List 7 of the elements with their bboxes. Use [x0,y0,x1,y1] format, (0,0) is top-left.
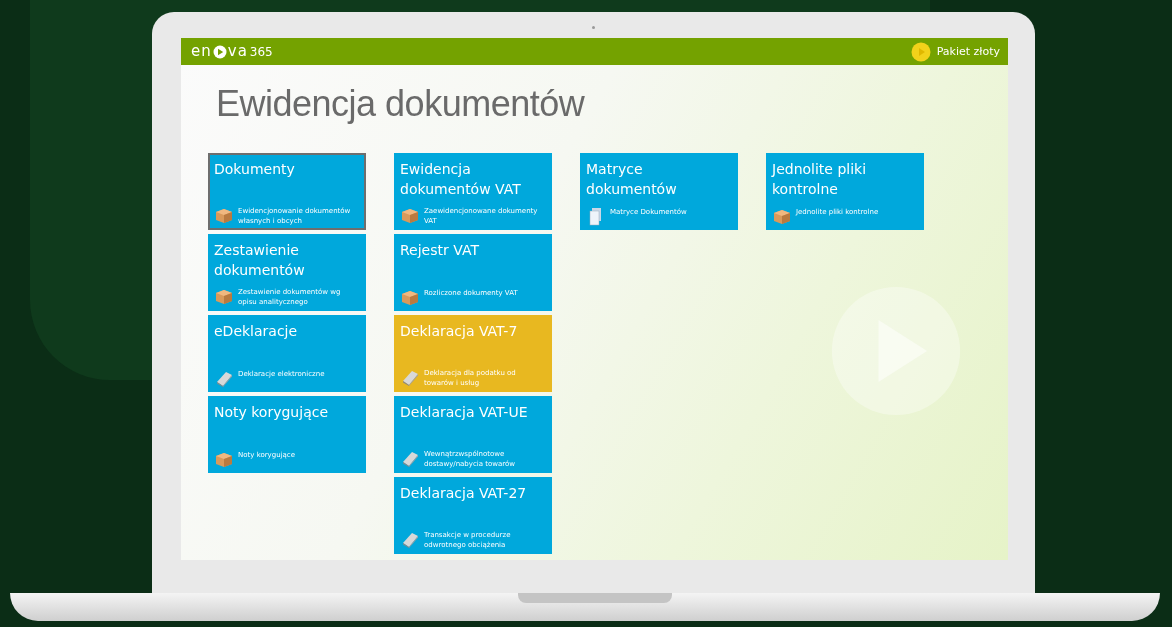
coin-icon [910,41,931,62]
logo-text: va [227,44,248,59]
logo-text: en [191,44,212,59]
package-label: Pakiet złoty [936,45,1000,58]
logo-suffix: 365 [249,45,273,58]
play-icon [212,44,227,59]
page-title: Ewidencja dokumentów [216,83,586,125]
